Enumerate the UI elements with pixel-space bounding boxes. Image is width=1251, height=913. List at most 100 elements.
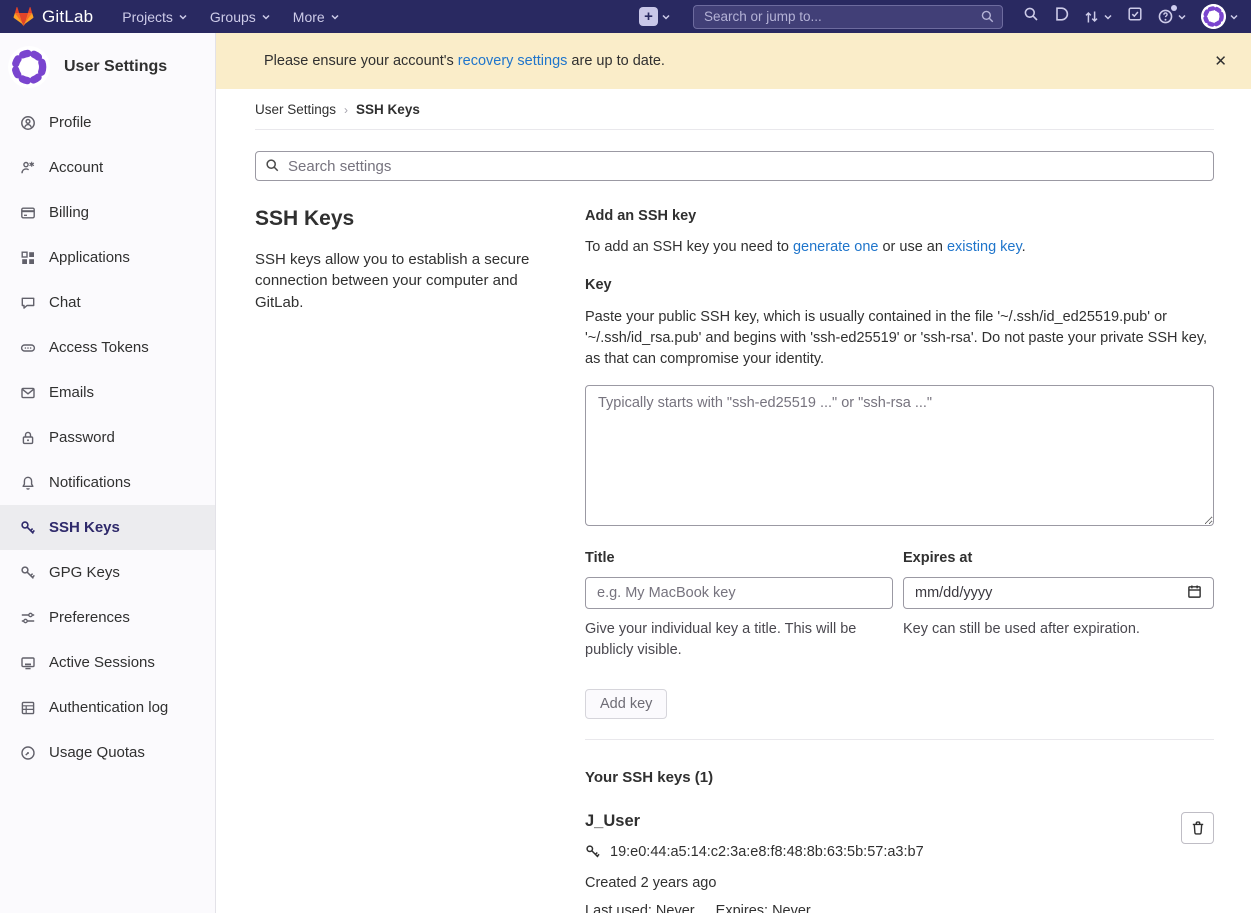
plus-icon: + xyxy=(639,7,658,26)
sidebar-item-chat[interactable]: Chat xyxy=(0,280,215,325)
sidebar-item-gpg-keys[interactable]: GPG Keys xyxy=(0,550,215,595)
chevron-down-icon xyxy=(1177,12,1187,22)
sidebar-title: User Settings xyxy=(64,58,167,76)
avatar xyxy=(1201,4,1226,29)
navbar-right: + xyxy=(639,4,1239,29)
sidebar-item-billing[interactable]: Billing xyxy=(0,190,215,235)
main-area: Please ensure your account's recovery se… xyxy=(216,0,1251,913)
title-hint: Give your individual key a title. This w… xyxy=(585,619,893,661)
chat-icon xyxy=(20,295,36,311)
section-intro: SSH Keys SSH keys allow you to establish… xyxy=(255,197,555,913)
emails-icon xyxy=(20,385,36,401)
breadcrumb-parent[interactable]: User Settings xyxy=(255,102,336,117)
billing-icon xyxy=(20,205,36,221)
avatar xyxy=(8,46,50,88)
issues-icon[interactable] xyxy=(1053,6,1069,27)
global-search-input[interactable] xyxy=(693,5,1003,29)
add-key-button[interactable]: Add key xyxy=(585,689,667,719)
ssh-key-list-item: J_User 19:e0:44:a5:14:c2:3a:e8:f8:48:8b:… xyxy=(585,812,1214,913)
search-shortcut-icon[interactable] xyxy=(1023,6,1039,27)
sidebar-item-notifications[interactable]: Notifications xyxy=(0,460,215,505)
chevron-down-icon xyxy=(178,12,188,22)
ssh-keys-icon xyxy=(20,520,36,536)
alert-text: Please ensure your account's recovery se… xyxy=(264,53,665,69)
main-menu: Projects Groups More xyxy=(111,0,350,33)
gitlab-logo[interactable]: GitLab xyxy=(12,5,93,28)
help-menu-button[interactable] xyxy=(1157,8,1187,25)
menu-more[interactable]: More xyxy=(282,0,351,33)
breadcrumb-separator: › xyxy=(344,103,348,117)
notification-dot xyxy=(1171,5,1177,11)
existing-key-link[interactable]: existing key xyxy=(947,239,1022,255)
content: SSH Keys SSH keys allow you to establish… xyxy=(216,130,1251,913)
sidebar-item-ssh-keys[interactable]: SSH Keys xyxy=(0,505,215,550)
authentication-log-icon xyxy=(20,700,36,716)
sidebar-item-access-tokens[interactable]: Access Tokens xyxy=(0,325,215,370)
user-menu-button[interactable] xyxy=(1201,4,1239,29)
settings-search-input[interactable] xyxy=(255,151,1214,181)
settings-sidebar: User Settings Profile Account Billing Ap… xyxy=(0,33,216,913)
global-search xyxy=(693,5,1003,29)
sidebar-item-profile[interactable]: Profile xyxy=(0,100,215,145)
breadcrumb-current: SSH Keys xyxy=(356,102,420,117)
recovery-settings-link[interactable]: recovery settings xyxy=(458,53,568,69)
expires-label: Expires at xyxy=(903,550,1214,566)
alert-banner: Please ensure your account's recovery se… xyxy=(216,33,1251,89)
title-input[interactable] xyxy=(585,577,893,609)
form-intro: To add an SSH key you need to generate o… xyxy=(585,239,1214,255)
section-divider xyxy=(585,739,1214,740)
page-description: SSH keys allow you to establish a secure… xyxy=(255,249,555,313)
key-expires: Expires: Never xyxy=(716,903,811,913)
chevron-down-icon xyxy=(1103,12,1113,22)
menu-projects[interactable]: Projects xyxy=(111,0,199,33)
sidebar-item-usage-quotas[interactable]: Usage Quotas xyxy=(0,730,215,775)
settings-search xyxy=(255,151,1214,181)
key-fingerprint: 19:e0:44:a5:14:c2:3a:e8:f8:48:8b:63:5b:5… xyxy=(610,844,924,860)
sidebar-item-applications[interactable]: Applications xyxy=(0,235,215,280)
breadcrumb: User Settings › SSH Keys xyxy=(255,89,1214,130)
sidebar-item-authentication-log[interactable]: Authentication log xyxy=(0,685,215,730)
preferences-icon xyxy=(20,610,36,626)
active-sessions-icon xyxy=(20,655,36,671)
access-tokens-icon xyxy=(20,340,36,356)
navbar-icons xyxy=(1023,4,1239,29)
account-icon xyxy=(20,160,36,176)
expires-date-input[interactable]: mm/dd/yyyy xyxy=(903,577,1214,609)
key-name[interactable]: J_User xyxy=(585,812,1181,831)
delete-key-button[interactable] xyxy=(1181,812,1214,844)
title-field: Title Give your individual key a title. … xyxy=(585,550,893,661)
search-icon xyxy=(265,158,280,178)
calendar-icon[interactable] xyxy=(1187,584,1202,603)
top-navbar: GitLab Projects Groups More + xyxy=(0,0,1251,33)
sidebar-item-account[interactable]: Account xyxy=(0,145,215,190)
chevron-down-icon xyxy=(661,12,671,22)
sidebar-item-active-sessions[interactable]: Active Sessions xyxy=(0,640,215,685)
key-icon xyxy=(585,844,601,860)
gpg-keys-icon xyxy=(20,565,36,581)
chevron-down-icon xyxy=(330,12,340,22)
chevron-down-icon xyxy=(261,12,271,22)
menu-groups[interactable]: Groups xyxy=(199,0,282,33)
expires-field: Expires at mm/dd/yyyy Key can still be u… xyxy=(903,550,1214,661)
tanuki-icon xyxy=(12,5,35,28)
merge-requests-button[interactable] xyxy=(1083,9,1113,25)
page-title: SSH Keys xyxy=(255,207,555,231)
key-created: Created 2 years ago xyxy=(585,875,1181,891)
search-icon xyxy=(980,9,995,29)
todos-icon[interactable] xyxy=(1127,6,1143,27)
notifications-icon xyxy=(20,475,36,491)
usage-quotas-icon xyxy=(20,745,36,761)
sidebar-item-preferences[interactable]: Preferences xyxy=(0,595,215,640)
brand-name: GitLab xyxy=(42,7,93,27)
generate-one-link[interactable]: generate one xyxy=(793,239,878,255)
new-menu-button[interactable]: + xyxy=(639,7,671,26)
password-icon xyxy=(20,430,36,446)
applications-icon xyxy=(20,250,36,266)
form-section-title: Add an SSH key xyxy=(585,208,1214,224)
close-icon[interactable]: ✕ xyxy=(1208,51,1233,71)
merge-request-icon xyxy=(1083,9,1100,25)
sidebar-item-emails[interactable]: Emails xyxy=(0,370,215,415)
sidebar-item-password[interactable]: Password xyxy=(0,415,215,460)
chevron-down-icon xyxy=(1229,12,1239,22)
key-textarea[interactable] xyxy=(585,385,1214,526)
